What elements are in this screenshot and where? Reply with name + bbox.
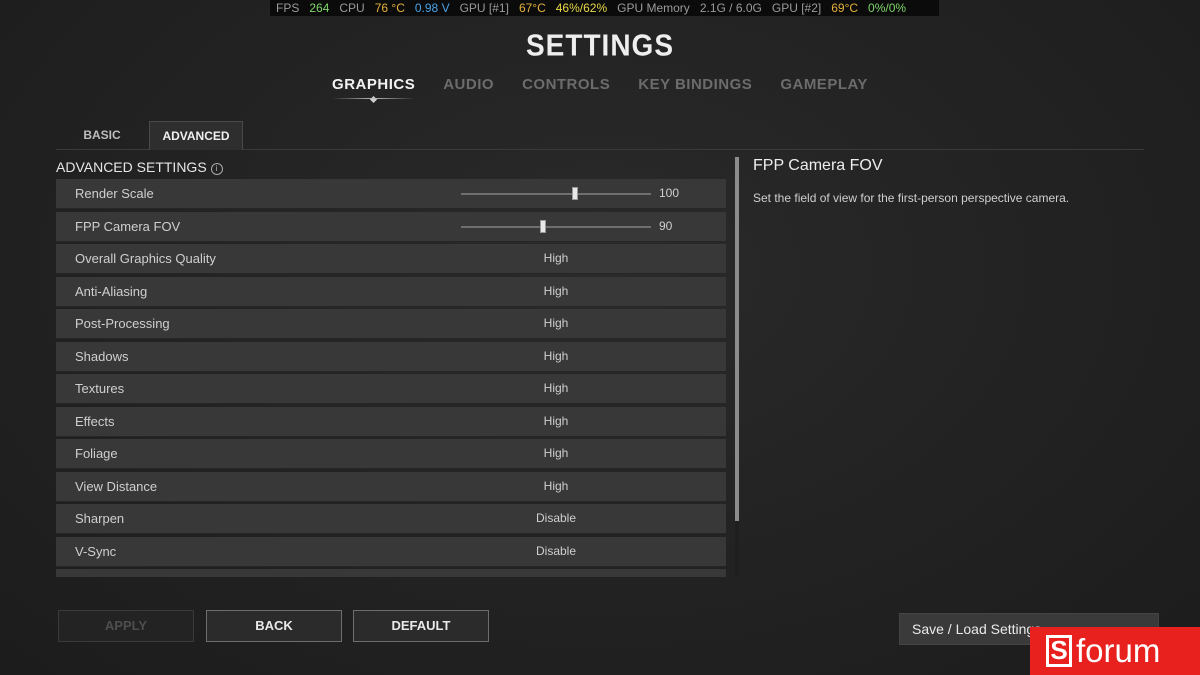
gpu2-usage: 0%/0% [868, 1, 907, 15]
gpu2-label: GPU [#2] [771, 1, 822, 15]
gpu1-label: GPU [#1] [459, 1, 509, 15]
setting-label: Post-Processing [75, 316, 170, 331]
fps-label: FPS [276, 1, 300, 15]
setting-label: Anti-Aliasing [75, 283, 148, 299]
page-title: SETTINGS [525, 28, 674, 63]
setting-value[interactable]: Disable [456, 537, 656, 566]
fpp-fov-slider[interactable] [461, 219, 651, 233]
setting-value[interactable]: High [456, 439, 656, 468]
setting-label: V-Sync [75, 543, 117, 559]
description-text: Set the field of view for the first-pers… [753, 191, 1070, 205]
setting-value[interactable]: High [456, 277, 656, 306]
gpu-memory-label: GPU Memory [617, 1, 690, 15]
setting-value[interactable]: High [456, 342, 656, 371]
gpu2-temp: 69°C [831, 1, 859, 15]
tab-key-bindings[interactable]: KEY BINDINGS [638, 76, 752, 99]
setting-row-render-scale[interactable]: Render Scale 100 [56, 179, 726, 209]
setting-row[interactable]: View Distance High [56, 471, 726, 502]
setting-label: FPP Camera FOV [75, 218, 181, 234]
setting-value[interactable]: High [456, 472, 656, 501]
forum-logo-text: forum [1076, 632, 1161, 669]
main-tabs: GRAPHICS AUDIO CONTROLS KEY BINDINGS GAM… [0, 76, 1200, 99]
subtab-advanced[interactable]: ADVANCED [149, 121, 243, 150]
setting-row[interactable] [56, 569, 726, 577]
setting-label: Textures [75, 381, 125, 396]
setting-label: Shadows [75, 348, 129, 364]
setting-row[interactable]: Sharpen Disable [56, 504, 726, 534]
slider-thumb[interactable] [539, 219, 546, 233]
forum-logo-icon: S [1046, 635, 1072, 667]
setting-label: Sharpen [75, 511, 125, 526]
setting-value[interactable]: High [456, 407, 656, 436]
apply-button[interactable]: APPLY [58, 610, 194, 642]
setting-label: Foliage [75, 446, 118, 461]
cpu-temp: 76 °C [374, 1, 405, 15]
render-scale-value: 100 [659, 186, 680, 200]
setting-row[interactable]: Textures High [56, 374, 726, 404]
performance-overlay: FPS 264 CPU 76 °C 0.98 V GPU [#1] 67°C 4… [270, 0, 939, 16]
setting-row[interactable]: Overall Graphics Quality High [56, 244, 726, 274]
slider-thumb[interactable] [572, 187, 578, 200]
setting-value[interactable]: High [456, 309, 656, 338]
settings-list: Render Scale 100 FPP Camera FOV 90 Overa… [56, 179, 726, 577]
setting-row[interactable]: Foliage High [56, 439, 726, 469]
info-icon[interactable]: i [210, 163, 223, 175]
forum-watermark-logo: S forum [1030, 627, 1200, 675]
gpu1-temp: 67°C [518, 1, 546, 15]
section-title: ADVANCED SETTINGS i [56, 159, 223, 175]
setting-value[interactable]: High [456, 374, 656, 403]
scrollbar-thumb[interactable] [735, 157, 739, 521]
setting-label: Render Scale [75, 186, 154, 201]
setting-row[interactable]: Shadows High [56, 341, 726, 372]
save-load-label: Save / Load Settings [912, 621, 1042, 637]
section-title-text: ADVANCED SETTINGS [56, 159, 207, 175]
fpp-fov-value: 90 [659, 218, 673, 233]
gpu-memory-value: 2.1G / 6.0G [699, 1, 762, 15]
tab-audio[interactable]: AUDIO [443, 76, 494, 99]
setting-row[interactable]: Effects High [56, 406, 726, 437]
cpu-label: CPU [339, 1, 365, 15]
sub-tabs: BASIC ADVANCED [56, 121, 1144, 150]
back-button[interactable]: BACK [206, 610, 342, 642]
setting-row[interactable]: Post-Processing High [56, 309, 726, 339]
setting-label: Overall Graphics Quality [75, 251, 216, 266]
subtab-basic[interactable]: BASIC [56, 121, 148, 149]
tab-controls[interactable]: CONTROLS [522, 76, 610, 99]
setting-row[interactable]: V-Sync Disable [56, 536, 726, 567]
render-scale-slider[interactable] [461, 187, 651, 200]
setting-label: Effects [75, 413, 115, 429]
setting-value[interactable]: Disable [456, 504, 656, 533]
tab-gameplay[interactable]: GAMEPLAY [780, 76, 868, 99]
setting-label: View Distance [75, 478, 158, 494]
cpu-voltage: 0.98 V [414, 1, 450, 15]
setting-row[interactable]: Anti-Aliasing High [56, 276, 726, 307]
gpu1-usage: 46%/62% [555, 1, 608, 15]
tab-graphics[interactable]: GRAPHICS [332, 76, 416, 99]
settings-scrollbar[interactable] [735, 157, 739, 577]
default-button[interactable]: DEFAULT [353, 610, 489, 642]
fps-value: 264 [309, 1, 330, 15]
setting-value[interactable]: High [456, 244, 656, 273]
setting-row-fpp-fov[interactable]: FPP Camera FOV 90 [56, 211, 726, 242]
description-title: FPP Camera FOV [753, 157, 883, 174]
